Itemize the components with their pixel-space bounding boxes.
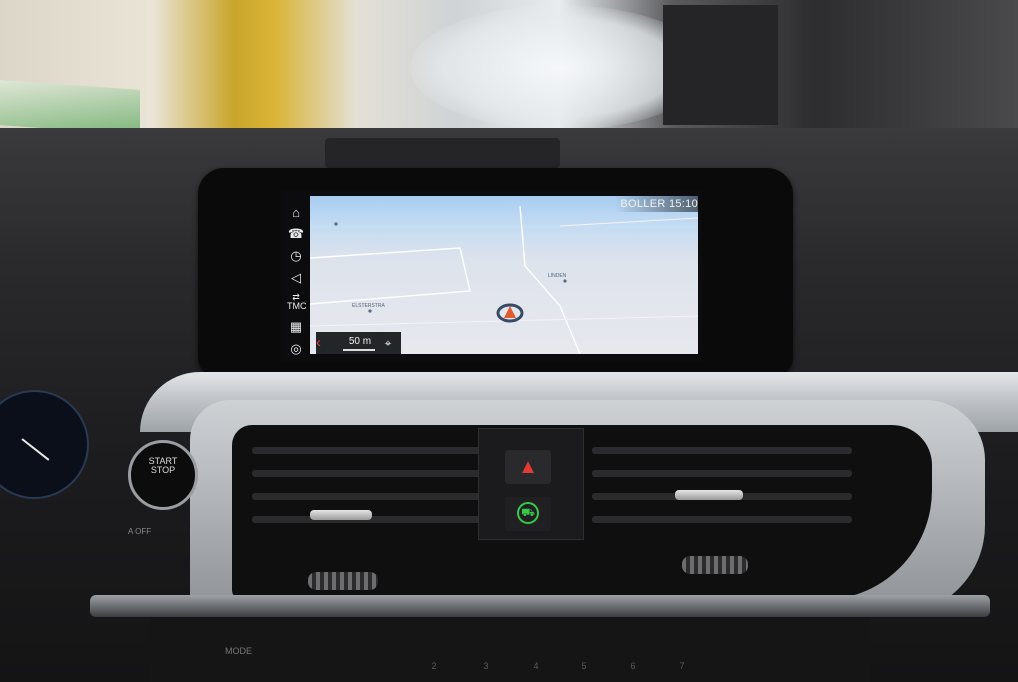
preset-button[interactable]: 6 bbox=[627, 660, 639, 672]
hazard-icon: ▲ bbox=[518, 456, 538, 478]
phone-icon[interactable]: ☎ bbox=[287, 226, 305, 242]
vent-slat bbox=[592, 516, 852, 523]
mode-button[interactable]: MODE bbox=[225, 645, 265, 657]
map-scale-bar bbox=[343, 349, 375, 351]
preset-button[interactable]: 5 bbox=[578, 660, 590, 672]
tmc-label: TMC bbox=[287, 301, 307, 311]
map-icon[interactable]: ▦ bbox=[287, 319, 305, 335]
compass-icon[interactable]: ⌖ bbox=[380, 335, 396, 351]
vent-adjust-tab[interactable] bbox=[310, 510, 372, 520]
vent-slat bbox=[252, 470, 482, 477]
map-road bbox=[310, 247, 471, 305]
vent-thumbwheel[interactable] bbox=[682, 556, 748, 574]
auto-start-stop-off-label[interactable]: A OFF bbox=[128, 525, 168, 539]
clock-time: 15:10 bbox=[668, 198, 698, 210]
map-road bbox=[559, 217, 698, 227]
navigation-map[interactable]: ELSTERSTRA LINDEN bbox=[310, 196, 698, 354]
vent-thumbwheel[interactable] bbox=[308, 572, 378, 590]
preset-button[interactable]: 2 bbox=[428, 660, 440, 672]
driving-assist-icon: ⛟ bbox=[517, 502, 539, 524]
center-speaker-grille bbox=[325, 138, 560, 168]
tmc-icon[interactable]: ⇄ TMC bbox=[287, 293, 307, 311]
driver-name: BOLLER bbox=[620, 198, 666, 210]
collapse-arrow-icon[interactable]: ‹ bbox=[316, 334, 324, 352]
preset-button[interactable]: 3 bbox=[480, 660, 492, 672]
vent-slat bbox=[252, 447, 482, 454]
vent-adjust-tab[interactable] bbox=[675, 490, 743, 500]
map-poi bbox=[334, 222, 338, 226]
start-stop-label: START STOP bbox=[148, 456, 178, 475]
navigation-icon[interactable]: ◎ bbox=[287, 341, 305, 357]
vent-slat bbox=[592, 470, 852, 477]
vent-slat bbox=[592, 447, 852, 454]
poster-board bbox=[663, 5, 778, 125]
preset-button[interactable]: 4 bbox=[530, 660, 542, 672]
speaker-icon[interactable]: ◁ bbox=[287, 270, 305, 286]
map-label: ELSTERSTRA bbox=[352, 303, 385, 309]
clock-icon[interactable]: ◷ bbox=[287, 248, 305, 264]
preset-button[interactable]: 7 bbox=[676, 660, 688, 672]
status-text: BOLLER 15:10 bbox=[620, 196, 698, 212]
vent-slat bbox=[252, 493, 482, 500]
map-road bbox=[519, 205, 581, 354]
map-scale-label: 50 m bbox=[348, 336, 372, 347]
map-roads bbox=[310, 205, 698, 354]
map-label: LINDEN bbox=[548, 273, 567, 279]
car-position-arrow bbox=[504, 306, 516, 318]
home-icon[interactable]: ⌂ bbox=[287, 205, 305, 221]
lower-trim-strip bbox=[90, 595, 990, 617]
